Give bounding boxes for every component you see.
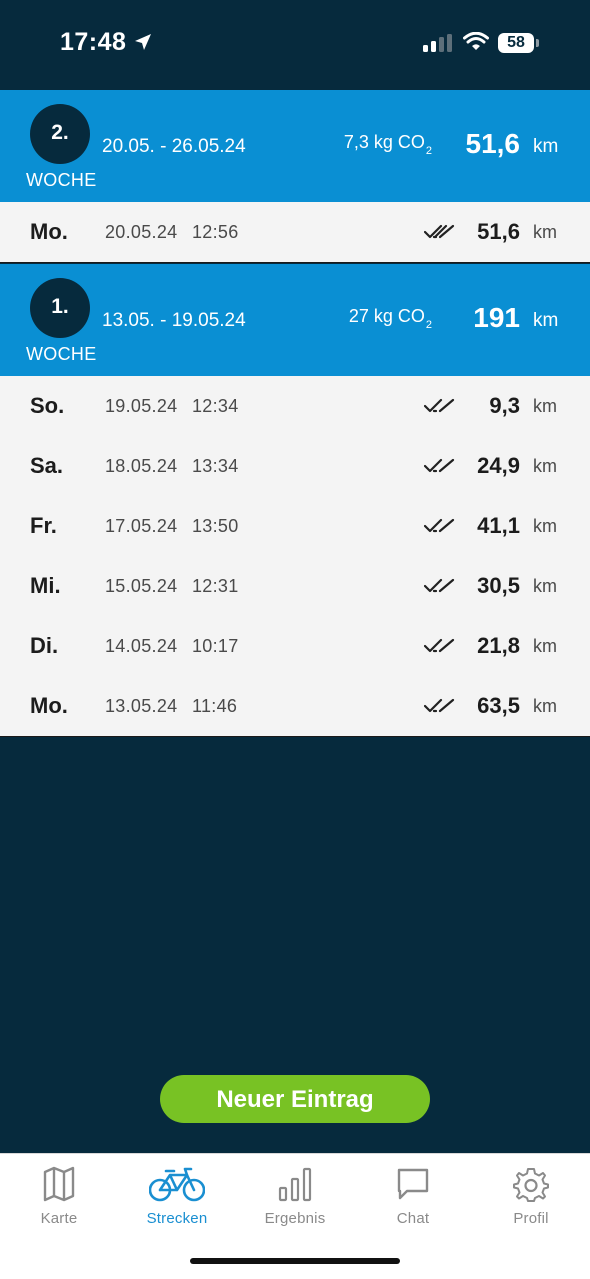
gear-icon: [513, 1168, 549, 1202]
double-check-icon: [424, 224, 455, 239]
co2-text: 7,3 kg CO: [343, 132, 425, 152]
entry-km: 24,9: [477, 453, 520, 478]
tab-chat[interactable]: Chat: [354, 1164, 472, 1227]
tab-label: Ergebnis: [264, 1210, 326, 1227]
entry-km: 51,6: [477, 219, 520, 244]
tab-karte[interactable]: Karte: [0, 1164, 118, 1227]
double-check-icon: [424, 458, 455, 473]
entry-date: 15.05.24: [105, 576, 178, 596]
entry-date: 18.05.24: [105, 456, 178, 476]
cellular-signal-icon: [423, 34, 452, 52]
wifi-icon: [463, 32, 489, 50]
entry-date: 14.05.24: [105, 636, 178, 656]
entry-km-unit: km: [533, 516, 557, 536]
tab-label: Profil: [513, 1210, 549, 1227]
week-total-km: 51,6: [465, 128, 521, 159]
entry-km-unit: km: [533, 396, 557, 416]
entry-time: 12:56: [192, 222, 239, 242]
entry-date: 19.05.24: [105, 396, 178, 416]
double-check-icon: [424, 578, 455, 593]
double-check-icon: [424, 518, 455, 533]
new-entry-button[interactable]: Neuer Eintrag: [160, 1075, 430, 1123]
entry-km: 9,3: [489, 393, 520, 418]
status-bar: 17:48 58: [0, 0, 590, 90]
tab-profil[interactable]: Profil: [472, 1164, 590, 1227]
entry-day: Mi.: [30, 573, 61, 598]
entry-row[interactable]: Sa. 18.05.24 13:34 24,9 km: [0, 436, 590, 496]
entry-km-unit: km: [533, 636, 557, 656]
entry-row[interactable]: Mo. 13.05.24 11:46 63,5 km: [0, 676, 590, 736]
tab-label: Chat: [396, 1210, 430, 1227]
entry-day: Fr.: [30, 513, 57, 538]
entry-day: Mo.: [30, 693, 68, 718]
tab-ergebnis[interactable]: Ergebnis: [236, 1164, 354, 1227]
entry-time: 12:31: [192, 576, 239, 596]
entry-day: So.: [30, 393, 65, 418]
entry-time: 12:34: [192, 396, 239, 416]
entry-km: 41,1: [477, 513, 520, 538]
week-date-range: 13.05. - 19.05.24: [102, 310, 246, 331]
entry-row[interactable]: Di. 14.05.24 10:17 21,8 km: [0, 616, 590, 676]
entry-row[interactable]: Mi. 15.05.24 12:31 30,5 km: [0, 556, 590, 616]
entry-km-unit: km: [533, 696, 557, 716]
tab-strecken[interactable]: Strecken: [118, 1164, 236, 1227]
week-entry-list: So. 19.05.24 12:34 9,3 km Sa. 18.05.24 1…: [0, 376, 590, 736]
status-time: 17:48: [60, 28, 127, 56]
entry-km: 63,5: [477, 693, 520, 718]
entry-row[interactable]: Mo. 20.05.24 12:56 51,6 km: [0, 202, 590, 262]
double-check-icon: [424, 638, 455, 653]
double-check-icon: [424, 698, 455, 713]
entry-time: 11:46: [192, 696, 238, 716]
week-number-badge: 1.: [30, 278, 90, 338]
section-divider: [0, 262, 590, 263]
week-number-badge: 2.: [30, 104, 90, 164]
battery-indicator: 58: [498, 33, 534, 53]
week-total-km: 191: [473, 302, 520, 333]
week-co2-value: 27 kg CO2: [349, 306, 432, 331]
battery-cap: [536, 39, 539, 47]
entry-time: 13:50: [192, 516, 239, 536]
bicycle-icon: [149, 1167, 205, 1202]
bar-chart-icon: [278, 1167, 312, 1202]
entry-day: Sa.: [30, 453, 64, 478]
week-km-unit: km: [533, 136, 559, 157]
entry-time: 13:34: [192, 456, 239, 476]
entry-day: Di.: [30, 633, 59, 658]
tab-label: Karte: [40, 1210, 78, 1227]
week-label: WOCHE: [26, 170, 97, 190]
co2-subscript: 2: [425, 319, 432, 331]
entry-km: 21,8: [477, 633, 520, 658]
home-indicator: [190, 1258, 400, 1264]
week-header[interactable]: 1. WOCHE 13.05. - 19.05.24 27 kg CO2 191…: [0, 264, 590, 376]
entry-date: 13.05.24: [105, 696, 178, 716]
week-date-range: 20.05. - 26.05.24: [102, 136, 246, 157]
section-divider: [0, 736, 590, 737]
entry-km: 30,5: [477, 573, 520, 598]
entry-km-unit: km: [533, 222, 557, 242]
location-arrow-icon: [135, 34, 151, 50]
map-icon: [43, 1166, 75, 1202]
entry-km-unit: km: [533, 576, 557, 596]
double-check-icon: [424, 398, 455, 413]
week-entry-list: Mo. 20.05.24 12:56 51,6 km: [0, 202, 590, 262]
entry-date: 17.05.24: [105, 516, 178, 536]
entry-row[interactable]: So. 19.05.24 12:34 9,3 km: [0, 376, 590, 436]
week-co2-value: 7,3 kg CO2: [344, 132, 432, 157]
entry-date: 20.05.24: [105, 222, 178, 242]
co2-text: 27 kg CO: [348, 306, 425, 326]
entry-km-unit: km: [533, 456, 557, 476]
chat-icon: [397, 1168, 429, 1200]
entry-row[interactable]: Fr. 17.05.24 13:50 41,1 km: [0, 496, 590, 556]
week-label: WOCHE: [26, 344, 97, 364]
co2-subscript: 2: [425, 145, 432, 157]
entry-time: 10:17: [192, 636, 239, 656]
week-header[interactable]: 2. WOCHE 20.05. - 26.05.24 7,3 kg CO2 51…: [0, 90, 590, 202]
week-km-unit: km: [533, 310, 559, 331]
tab-label: Strecken: [146, 1210, 208, 1227]
entry-day: Mo.: [30, 219, 68, 244]
